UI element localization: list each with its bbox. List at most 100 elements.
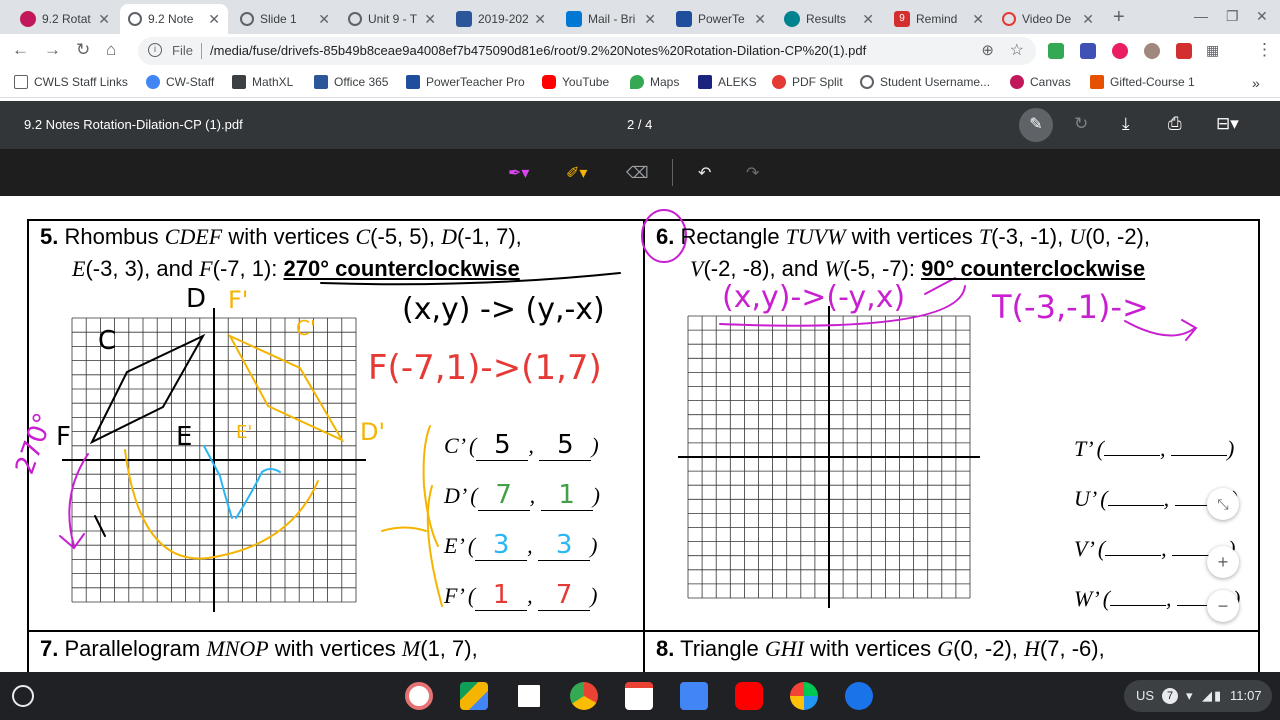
google-docs-icon[interactable] bbox=[680, 682, 708, 710]
annotate-pen-icon[interactable]: ✎ bbox=[1019, 108, 1053, 142]
rotate-icon[interactable]: ↻ bbox=[1074, 114, 1088, 134]
close-icon[interactable]: ✕ bbox=[534, 11, 546, 28]
answer-x[interactable]: 7 bbox=[477, 480, 530, 511]
minimize-icon[interactable]: — bbox=[1194, 8, 1208, 24]
bookmark-mathxl[interactable]: MathXL bbox=[232, 75, 293, 89]
files-icon[interactable] bbox=[845, 682, 873, 710]
bookmark-student-username[interactable]: Student Username... bbox=[860, 75, 990, 89]
app-camera-icon[interactable] bbox=[405, 682, 433, 710]
highlighter-tool-icon[interactable]: ✐▾ bbox=[566, 163, 587, 183]
close-icon[interactable]: ✕ bbox=[1082, 11, 1094, 28]
new-tab-button[interactable]: + bbox=[1113, 6, 1125, 29]
answer-y[interactable]: 7 bbox=[538, 580, 591, 611]
close-icon[interactable]: ✕ bbox=[98, 11, 110, 28]
tab-2019-2020[interactable]: 2019-202 ✕ bbox=[448, 4, 554, 34]
answer-x[interactable]: 1 bbox=[475, 580, 528, 611]
tab-remind[interactable]: 9 Remind ✕ bbox=[886, 4, 992, 34]
undo-icon[interactable]: ↶ bbox=[698, 163, 711, 183]
chrome-icon[interactable] bbox=[570, 682, 598, 710]
problem-6-line-1: 6. Rectangle TUVW with vertices T(-3, -1… bbox=[656, 224, 1150, 250]
bookmark-office-365[interactable]: Office 365 bbox=[314, 75, 388, 89]
zoom-out-button[interactable]: − bbox=[1207, 590, 1239, 622]
tab-9-2-notes[interactable]: 9.2 Note ✕ bbox=[120, 4, 228, 34]
extension-c-icon[interactable] bbox=[1080, 43, 1096, 59]
answer-x[interactable] bbox=[1107, 505, 1164, 506]
tab-9-2-rotation[interactable]: 9.2 Rotat ✕ bbox=[12, 4, 118, 34]
tab-mail[interactable]: Mail - Bri ✕ bbox=[558, 4, 664, 34]
menu-icon[interactable]: ⋮ bbox=[1256, 40, 1273, 60]
bookmark-canvas[interactable]: Canvas bbox=[1010, 75, 1071, 89]
gmail-icon[interactable] bbox=[625, 682, 653, 710]
globe-icon bbox=[860, 75, 874, 89]
fit-page-icon[interactable]: ⤡ bbox=[1207, 488, 1239, 520]
tab-video[interactable]: Video De ✕ bbox=[994, 4, 1102, 34]
close-icon[interactable]: ✕ bbox=[972, 11, 984, 28]
status-tray[interactable]: US 7 ▾ ◢ ▮ 11:07 bbox=[1124, 680, 1272, 712]
bookmarks-overflow[interactable]: » bbox=[1252, 75, 1260, 91]
problem-number: 7. bbox=[40, 636, 59, 661]
info-icon[interactable]: i bbox=[148, 43, 162, 57]
answer-y[interactable] bbox=[1170, 455, 1227, 456]
bookmark-gifted-course-1[interactable]: Gifted-Course 1 bbox=[1090, 75, 1195, 89]
close-icon[interactable]: ✕ bbox=[754, 11, 766, 28]
close-icon[interactable]: ✕ bbox=[424, 11, 436, 28]
answer-x[interactable]: 5 bbox=[476, 430, 529, 461]
close-icon[interactable]: ✕ bbox=[862, 11, 874, 28]
answer-x[interactable] bbox=[1103, 455, 1160, 456]
problem-text: (-7, 1): bbox=[212, 256, 284, 281]
pen-tool-icon[interactable]: ✒▾ bbox=[508, 163, 529, 183]
youtube-icon[interactable] bbox=[735, 682, 763, 710]
home-icon[interactable]: ⌂ bbox=[106, 40, 116, 60]
extension-cookie-icon[interactable] bbox=[1144, 43, 1160, 59]
extension-pen-icon[interactable] bbox=[1176, 43, 1192, 59]
bookmark-aleks[interactable]: ALEKS bbox=[698, 75, 757, 89]
bookmark-pdf-split[interactable]: PDF Split bbox=[772, 75, 843, 89]
bookmark-powerteacher-pro[interactable]: PowerTeacher Pro bbox=[406, 75, 525, 89]
eraser-icon[interactable]: ⌫ bbox=[626, 163, 649, 183]
bookmark-youtube[interactable]: YouTube bbox=[542, 75, 609, 89]
forward-icon[interactable]: → bbox=[44, 40, 61, 60]
close-icon[interactable]: ✕ bbox=[318, 11, 330, 28]
redo-icon[interactable]: ↷ bbox=[746, 163, 759, 183]
answer-x[interactable]: 3 bbox=[475, 530, 528, 561]
word-icon bbox=[456, 11, 472, 27]
print-icon[interactable]: ⎙ bbox=[1168, 114, 1182, 134]
extensions-grid-icon[interactable]: ▦ bbox=[1206, 42, 1219, 59]
restore-icon[interactable]: ❐ bbox=[1226, 8, 1239, 25]
answer-x[interactable] bbox=[1110, 605, 1167, 606]
zoom-in-button[interactable]: + bbox=[1207, 546, 1239, 578]
qr-code-icon[interactable] bbox=[515, 682, 543, 710]
answer-y[interactable]: 1 bbox=[540, 480, 593, 511]
bookmark-label: Gifted-Course 1 bbox=[1110, 75, 1195, 89]
tab-slide-1[interactable]: Slide 1 ✕ bbox=[232, 4, 338, 34]
bookmark-cwls-staff-links[interactable]: CWLS Staff Links bbox=[14, 75, 128, 89]
bookmark-label: CWLS Staff Links bbox=[34, 75, 128, 89]
pdf-toolbar: 9.2 Notes Rotation-Dilation-CP (1).pdf 2… bbox=[0, 101, 1280, 149]
answer-y[interactable]: 3 bbox=[538, 530, 591, 561]
bookmark-star-icon[interactable]: ☆ bbox=[1010, 40, 1024, 60]
answer-y[interactable]: 5 bbox=[539, 430, 592, 461]
back-icon[interactable]: ← bbox=[12, 40, 29, 60]
zoom-icon[interactable]: ⊕ bbox=[981, 41, 994, 59]
reload-icon[interactable]: ↻ bbox=[76, 40, 90, 60]
tab-powerteacher[interactable]: PowerTe ✕ bbox=[668, 4, 774, 34]
extension-classroom-icon[interactable] bbox=[1048, 43, 1064, 59]
download-icon[interactable]: ⤓ bbox=[1122, 114, 1130, 134]
bookmark-cw-staff[interactable]: CW-Staff bbox=[146, 75, 214, 89]
bookmark-maps[interactable]: Maps bbox=[630, 75, 679, 89]
google-drive-icon[interactable] bbox=[460, 682, 488, 710]
tab-strip: 9.2 Rotat ✕ 9.2 Note ✕ Slide 1 ✕ Unit 9 … bbox=[0, 0, 1280, 34]
address-bar[interactable]: i File /media/fuse/drivefs-85b49b8ceae9a… bbox=[138, 37, 1036, 65]
close-icon[interactable]: ✕ bbox=[644, 11, 656, 28]
close-window-icon[interactable]: ✕ bbox=[1256, 8, 1268, 25]
answer-x[interactable] bbox=[1105, 555, 1162, 556]
pdf-viewport[interactable]: 5. Rhombus CDEF with vertices C(-5, 5), … bbox=[0, 196, 1280, 672]
tab-unit-9[interactable]: Unit 9 - T ✕ bbox=[340, 4, 444, 34]
close-icon[interactable]: ✕ bbox=[208, 11, 220, 28]
tab-results[interactable]: Results ✕ bbox=[776, 4, 882, 34]
bookmark-save-icon[interactable]: ⊟▾ bbox=[1216, 114, 1239, 134]
url-text[interactable]: /media/fuse/drivefs-85b49b8ceae9a4008ef7… bbox=[210, 43, 866, 58]
launcher-icon[interactable] bbox=[12, 685, 34, 707]
extension-red-icon[interactable] bbox=[1112, 43, 1128, 59]
play-store-icon[interactable] bbox=[790, 682, 818, 710]
